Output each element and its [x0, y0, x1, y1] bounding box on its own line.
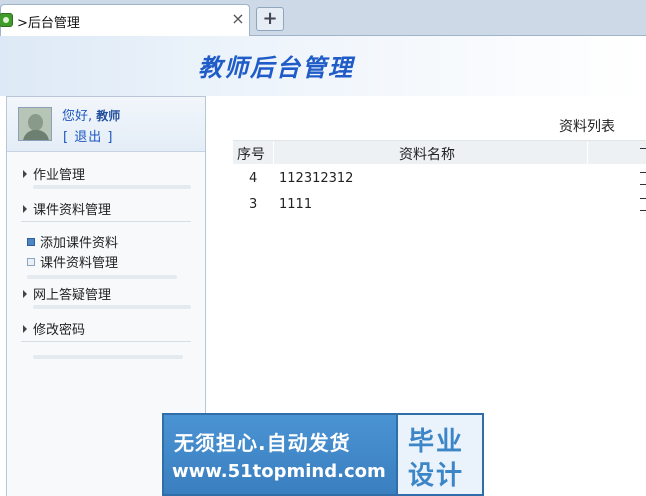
sidebar-item-label: 网上答疑管理 — [33, 288, 112, 303]
sidebar-item-label: 修改密码 — [33, 323, 86, 338]
brand-title: 教师后台管理 — [198, 53, 354, 82]
row-edge-mark — [640, 198, 646, 199]
greeting-text: 您好, — [62, 109, 93, 124]
sidebar-item-label: 课件资料管理 — [33, 203, 112, 218]
sidebar-subitem-label: 添加课件资料 — [40, 236, 119, 251]
sidebar-item-homework[interactable]: 作业管理 — [23, 164, 85, 183]
divider — [33, 305, 191, 309]
bullet-square-icon — [27, 238, 35, 246]
watermark-right: 毕业 设计 — [396, 415, 482, 494]
watermark-right2: 设计 — [408, 461, 465, 491]
table-header: 序号 资料名称 — [233, 140, 646, 165]
watermark-line1: 无须担心.自动发货 — [174, 431, 351, 455]
row-name: 112312312 — [279, 171, 354, 186]
row-index: 4 — [249, 171, 258, 186]
caret-right-icon — [23, 325, 27, 333]
watermark-line2: www.51topmind.com — [172, 461, 386, 482]
app-window: >后台管理 × + 教师后台管理 您好, 教师 [ 退出 ] 作业管理 课件资料… — [0, 0, 646, 496]
sidebar-item-qa[interactable]: 网上答疑管理 — [23, 284, 111, 303]
divider — [27, 275, 177, 279]
divider — [33, 185, 191, 189]
bullet-square-icon — [27, 258, 35, 266]
sidebar-item-courseware[interactable]: 课件资料管理 — [23, 199, 111, 218]
column-separator — [273, 141, 274, 165]
caret-right-icon — [23, 205, 27, 213]
row-index: 3 — [249, 197, 258, 212]
watermark-banner: 无须担心.自动发货 www.51topmind.com 毕业 设计 — [162, 413, 484, 496]
user-role: 教师 — [96, 109, 121, 123]
column-header-name: 资料名称 — [399, 147, 455, 163]
row-edge-mark — [640, 172, 646, 173]
sidebar-subitem-add-courseware[interactable]: 添加课件资料 — [27, 232, 118, 251]
row-name: 1111 — [279, 197, 313, 212]
sidebar-item-change-password[interactable]: 修改密码 — [23, 319, 85, 338]
caret-right-icon — [23, 290, 27, 298]
sidebar-item-label: 作业管理 — [33, 168, 86, 183]
column-separator — [587, 141, 588, 165]
column-edge-mark — [640, 148, 646, 149]
page-favicon-icon — [0, 13, 13, 27]
row-edge-mark — [640, 210, 646, 211]
user-panel: 您好, 教师 [ 退出 ] — [7, 97, 205, 152]
table-row[interactable]: 3 1111 — [233, 194, 646, 216]
header-banner: 教师后台管理 — [0, 36, 646, 96]
greeting: 您好, 教师 — [62, 105, 120, 124]
new-tab-button[interactable]: + — [256, 7, 284, 31]
close-tab-icon[interactable]: × — [230, 11, 246, 27]
logout-link[interactable]: [ 退出 ] — [63, 126, 113, 145]
table-row[interactable]: 4 112312312 — [233, 168, 646, 190]
row-edge-mark — [640, 184, 646, 185]
browser-tab[interactable]: >后台管理 × — [0, 4, 250, 36]
divider — [21, 341, 191, 342]
sidebar-subitem-manage-courseware[interactable]: 课件资料管理 — [27, 252, 118, 271]
avatar — [18, 107, 52, 141]
watermark-left: 无须担心.自动发货 www.51topmind.com — [164, 415, 396, 494]
watermark-right1: 毕业 — [408, 427, 465, 457]
caret-right-icon — [23, 170, 27, 178]
sidebar-subitem-label: 课件资料管理 — [40, 256, 119, 271]
browser-tab-bar: >后台管理 × + — [0, 0, 646, 36]
tab-title: >后台管理 — [17, 16, 80, 31]
divider — [21, 221, 191, 222]
list-title: 资料列表 — [559, 119, 615, 135]
column-header-index: 序号 — [237, 147, 265, 163]
divider — [33, 355, 183, 359]
